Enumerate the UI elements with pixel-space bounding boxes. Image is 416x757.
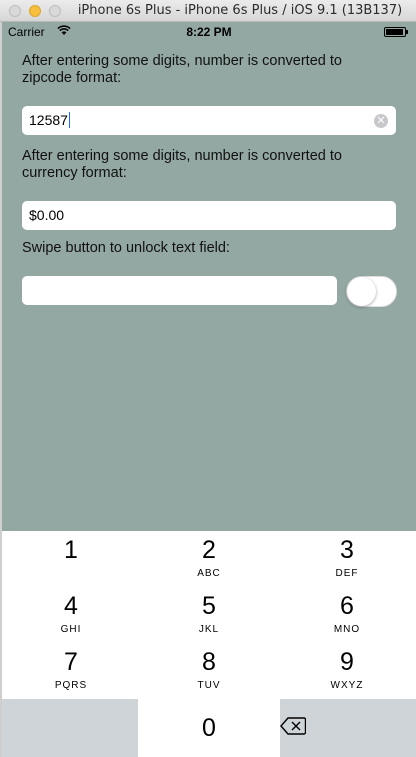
key-2[interactable]: 2 ABC [140, 531, 278, 587]
key-1[interactable]: 1 [2, 531, 140, 587]
key-9[interactable]: 9 WXYZ [278, 643, 416, 699]
key-4-digit: 4 [64, 592, 78, 620]
text-caret [68, 112, 71, 128]
key-8-letters: TUV [197, 680, 221, 691]
empty-key [2, 699, 138, 757]
currency-label: After entering some digits, number is co… [22, 148, 342, 181]
battery-icon [384, 27, 408, 37]
backspace-icon [280, 717, 416, 740]
key-5-letters: JKL [198, 624, 220, 635]
unlock-switch[interactable] [346, 276, 397, 307]
number-keypad: 1 2 ABC 3 DEF 4 GHI 5 JKL 6 MNO 7 PQRS 8 [2, 531, 416, 757]
key-1-digit: 1 [64, 536, 78, 564]
key-4[interactable]: 4 GHI [2, 587, 140, 643]
key-2-letters: ABC [197, 568, 221, 579]
key-0[interactable]: 0 [138, 699, 280, 757]
status-time: 8:22 PM [186, 25, 232, 39]
currency-value: $0.00 [29, 207, 65, 223]
key-5[interactable]: 5 JKL [140, 587, 278, 643]
status-bar: Carrier 8:22 PM [2, 22, 416, 42]
key-7[interactable]: 7 PQRS [2, 643, 140, 699]
delete-key[interactable] [280, 699, 416, 757]
key-6-letters: MNO [333, 624, 361, 635]
window-titlebar: iPhone 6s Plus - iPhone 6s Plus / iOS 9.… [0, 0, 416, 22]
key-3-digit: 3 [340, 536, 354, 564]
key-8-digit: 8 [202, 648, 216, 676]
zipcode-value: 12587 [29, 112, 68, 128]
switch-knob [347, 277, 376, 306]
currency-field[interactable]: $0.00 [22, 201, 396, 230]
key-7-letters: PQRS [54, 680, 88, 691]
maximize-window-button[interactable] [49, 5, 61, 17]
simulator-screen: Carrier 8:22 PM After entering some digi… [2, 22, 416, 757]
close-window-button[interactable] [9, 5, 21, 17]
clear-text-icon[interactable]: ✕ [374, 114, 388, 128]
key-3-letters: DEF [335, 568, 359, 579]
window-title: iPhone 6s Plus - iPhone 6s Plus / iOS 9.… [77, 3, 403, 18]
key-6-digit: 6 [340, 592, 354, 620]
zipcode-field[interactable]: 12587 ✕ [22, 106, 396, 135]
swipe-label: Swipe button to unlock text field: [22, 240, 230, 256]
key-0-digit: 0 [202, 714, 216, 742]
key-4-letters: GHI [60, 624, 82, 635]
key-7-digit: 7 [64, 648, 78, 676]
locked-text-field[interactable] [22, 276, 337, 305]
key-6[interactable]: 6 MNO [278, 587, 416, 643]
key-5-digit: 5 [202, 592, 216, 620]
key-9-digit: 9 [340, 648, 354, 676]
key-8[interactable]: 8 TUV [140, 643, 278, 699]
key-9-letters: WXYZ [330, 680, 364, 691]
key-2-digit: 2 [202, 536, 216, 564]
key-3[interactable]: 3 DEF [278, 531, 416, 587]
zipcode-label: After entering some digits, number is co… [22, 53, 342, 86]
minimize-window-button[interactable] [29, 5, 41, 17]
